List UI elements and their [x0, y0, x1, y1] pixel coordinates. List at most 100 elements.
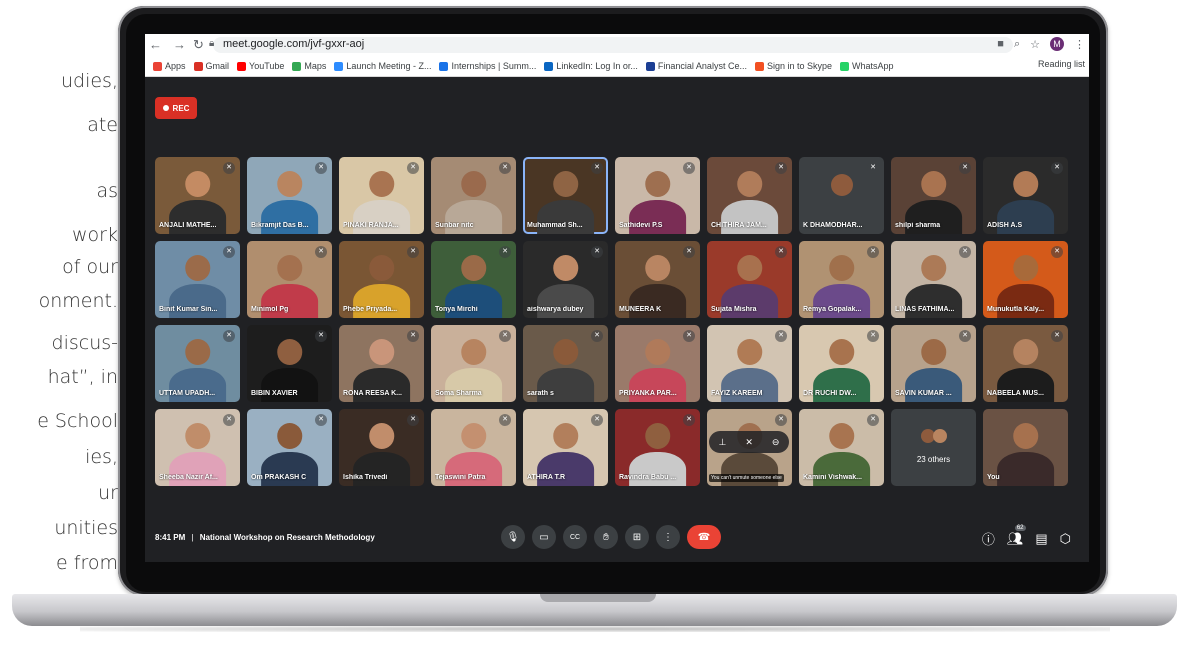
participant-tile[interactable]: ✕ FAYIZ KAREEM	[707, 325, 792, 402]
present-button[interactable]: ⊞	[625, 525, 649, 549]
reload-icon[interactable]: ↻	[193, 37, 204, 53]
participant-tile[interactable]: ✕ ANJALI MATHE...	[155, 157, 240, 234]
muted-mic-icon: ✕	[775, 246, 787, 258]
microphone-button[interactable]: 🎙︎	[501, 525, 525, 549]
side-text-line: e from	[56, 552, 118, 574]
participant-name: Munukutla Kaly...	[987, 306, 1045, 313]
self-label: You	[987, 474, 1000, 481]
participant-tile[interactable]: ✕ aishwarya dubey	[523, 241, 608, 318]
muted-mic-icon: ✕	[775, 414, 787, 426]
menu-kebab-icon[interactable]: ⋮	[1074, 38, 1085, 51]
people-button[interactable]: 👥︎ 62	[1007, 524, 1026, 547]
reading-list-button[interactable]: Reading list	[1038, 59, 1085, 69]
others-count: 23 others	[916, 455, 951, 464]
participant-video-face	[368, 254, 395, 282]
participant-name: Sunbar nitc	[435, 222, 474, 229]
participant-tile[interactable]: ✕ Kamini Vishwak...	[799, 409, 884, 486]
mute-icon[interactable]: ✕	[745, 437, 753, 448]
more-icon: ⋮	[663, 531, 673, 543]
participant-tile[interactable]: ✕ Phebe Priyada...	[339, 241, 424, 318]
participant-tile[interactable]: ✕ UTTAM UPADH...	[155, 325, 240, 402]
participant-tile[interactable]: ✕ sarath s	[523, 325, 608, 402]
participant-video-face	[460, 422, 487, 450]
participant-tile[interactable]: ✕ Binit Kumar Sin...	[155, 241, 240, 318]
participant-tile[interactable]: ✕ K DHAMODHAR...	[799, 157, 884, 234]
bookmark-item[interactable]: Apps	[153, 61, 186, 71]
participant-tile[interactable]: ✕ BIBIN XAVIER	[247, 325, 332, 402]
participant-tile[interactable]: ✕ PINAKI RANJA...	[339, 157, 424, 234]
participant-tile[interactable]: ✕ Ishika Trivedi	[339, 409, 424, 486]
participant-tile[interactable]: ✕ RONA REESA K...	[339, 325, 424, 402]
participant-tile[interactable]: ✕ Sunbar nitc	[431, 157, 516, 234]
muted-mic-icon: ✕	[223, 330, 235, 342]
participant-video-face	[552, 338, 579, 366]
participant-tile[interactable]: ✕ DR RUCHI DW...	[799, 325, 884, 402]
muted-mic-icon: ✕	[683, 330, 695, 342]
captions-icon: CC	[569, 533, 581, 541]
raise-hand-button[interactable]: ✋︎	[594, 525, 618, 549]
camera-blocked-icon[interactable]: ■	[997, 38, 1004, 50]
participant-tile[interactable]: ✕ Sujata Mishra	[707, 241, 792, 318]
muted-mic-icon: ✕	[775, 330, 787, 342]
participant-tile[interactable]: ✕ PRIYANKA PAR...	[615, 325, 700, 402]
participant-tile[interactable]: ✕ Munukutla Kaly...	[983, 241, 1068, 318]
url-text[interactable]: meet.google.com/jvf-gxxr-aoj	[223, 38, 364, 50]
camera-button[interactable]: ▭	[532, 525, 556, 549]
participant-tile[interactable]: ✕ SAVIN KUMAR ...	[891, 325, 976, 402]
participant-tile[interactable]: ✕ shilpi sharma	[891, 157, 976, 234]
bookmark-item[interactable]: LinkedIn: Log In or...	[544, 61, 638, 71]
bookmark-item[interactable]: Sign in to Skype	[754, 61, 832, 71]
chat-icon[interactable]: ▤	[1035, 531, 1047, 547]
muted-mic-icon: ✕	[315, 414, 327, 426]
participant-tile[interactable]: ✕ Remya Gopalak...	[799, 241, 884, 318]
participant-name: SAVIN KUMAR ...	[895, 390, 952, 397]
call-controls: 🎙︎ ▭ CC ✋︎ ⊞ ⋮ ☎︎	[501, 525, 721, 549]
back-icon[interactable]: ←	[149, 37, 162, 52]
participant-tile[interactable]: ✕ Ravindra Babu ...	[615, 409, 700, 486]
participant-video-face	[184, 338, 211, 366]
participant-tile[interactable]: ✕ Muhammad Sh...	[523, 157, 608, 234]
bookmark-item[interactable]: WhatsApp	[840, 61, 894, 71]
self-tile[interactable]: You	[983, 409, 1068, 486]
participant-name: CHITHIRA JAM...	[711, 222, 767, 229]
bookmarks-bar: Apps Gmail YouTube Maps Launch Meeting - Z..…	[145, 56, 1089, 77]
pin-icon[interactable]: ⊥	[719, 437, 727, 448]
bookmark-item[interactable]: Launch Meeting - Z...	[334, 61, 431, 71]
participant-tile[interactable]: ✕ Bikramjit Das B...	[247, 157, 332, 234]
leave-call-button[interactable]: ☎︎	[687, 525, 721, 549]
remove-icon[interactable]: ⊖	[772, 437, 780, 448]
participant-tile[interactable]: ✕ MUNEERA K	[615, 241, 700, 318]
participant-tile[interactable]: ✕ LINAS FATHIMA...	[891, 241, 976, 318]
participant-tile[interactable]: ✕ Sathidevi P.S	[615, 157, 700, 234]
muted-mic-icon: ✕	[223, 414, 235, 426]
participant-tile[interactable]: ✕ Minimol Pg	[247, 241, 332, 318]
bookmark-star-icon[interactable]: ☆	[1030, 38, 1040, 51]
participant-name: Sheeba Nazir Af...	[159, 474, 218, 481]
participant-tile[interactable]: ✕ Soma Sharma	[431, 325, 516, 402]
participant-tile[interactable]: ✕ ATHIRA T.R	[523, 409, 608, 486]
zoom-icon[interactable]: ⌕	[1014, 38, 1020, 51]
participant-tile[interactable]: ✕ CHITHIRA JAM...	[707, 157, 792, 234]
bookmark-item[interactable]: Internships | Summ...	[439, 61, 536, 71]
bookmark-item[interactable]: Maps	[292, 61, 326, 71]
activities-icon[interactable]: ⬡	[1060, 531, 1071, 547]
profile-avatar[interactable]: M	[1050, 37, 1064, 51]
participant-tile[interactable]: ✕ Tonya Mirchi	[431, 241, 516, 318]
side-text-line: discus-	[51, 332, 118, 354]
bookmark-item[interactable]: YouTube	[237, 61, 284, 71]
participant-tile[interactable]: ✕ ⊥ ✕ ⊖ You can't unmute someone else	[707, 409, 792, 486]
bookmark-item[interactable]: Gmail	[193, 61, 229, 71]
forward-icon[interactable]: →	[173, 37, 186, 52]
more-options-button[interactable]: ⋮	[656, 525, 680, 549]
others-tile[interactable]: 23 others	[891, 409, 976, 486]
people-count-badge: 62	[1014, 524, 1026, 531]
participant-tile[interactable]: ✕ Om PRAKASH C	[247, 409, 332, 486]
participant-tile[interactable]: ✕ Sheeba Nazir Af...	[155, 409, 240, 486]
meeting-details-icon[interactable]: ⓘ	[982, 529, 995, 548]
bookmark-item[interactable]: Financial Analyst Ce...	[645, 61, 747, 71]
captions-button[interactable]: CC	[563, 525, 587, 549]
participant-tile[interactable]: ✕ Tejaswini Patra	[431, 409, 516, 486]
participant-video-face	[276, 170, 303, 198]
participant-tile[interactable]: ✕ ADISH A.S	[983, 157, 1068, 234]
participant-tile[interactable]: ✕ NABEELA MUS...	[983, 325, 1068, 402]
